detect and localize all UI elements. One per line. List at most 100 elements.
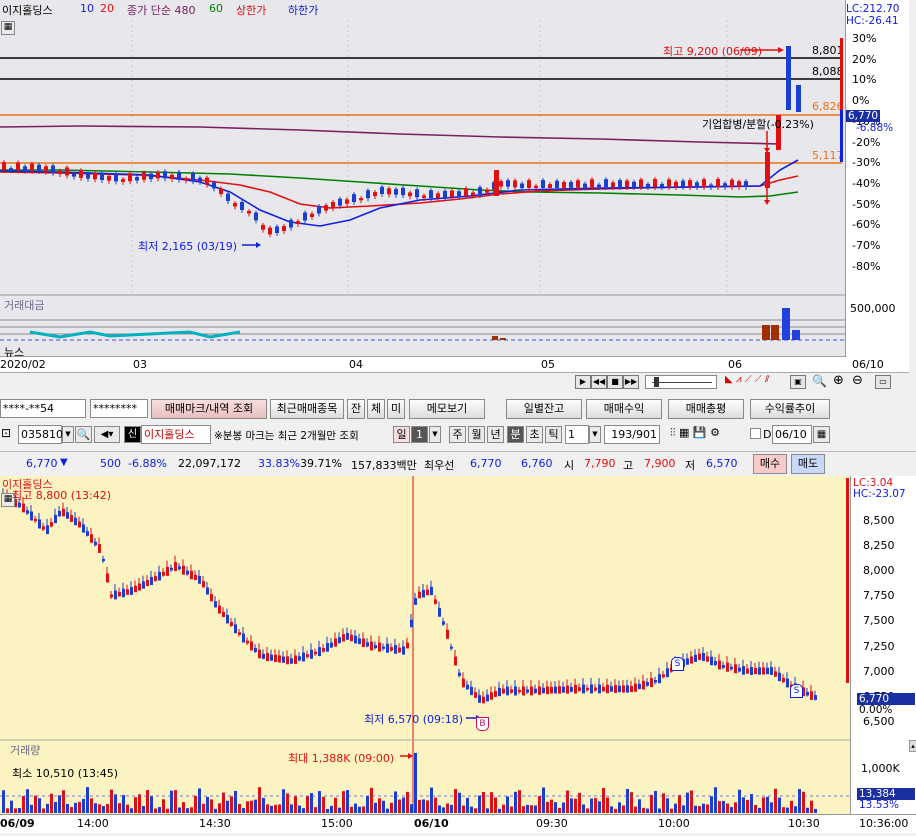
candle [37,164,41,171]
minute-candle [314,651,317,655]
minute-volume-bar [702,803,705,813]
code-dropdown-icon[interactable]: ▼ [62,426,74,443]
minute-volume-bar [642,807,645,813]
zoom-in-icon[interactable]: ⊕ [833,373,844,388]
search-icon[interactable]: 🔍 [75,426,92,443]
minute-candle [302,652,305,662]
candle [660,183,664,187]
minute-volume-bar [566,790,569,813]
recent-trades-button[interactable]: 최근매매종목 [270,399,344,419]
rewind-icon[interactable]: ◀◀ [591,375,607,389]
minute-candle [646,681,649,686]
minute-candle [338,637,341,644]
sell-button[interactable]: 매도 [791,454,825,474]
period-dropdown-icon[interactable]: ▼ [429,426,441,443]
minute-volume-bar [738,789,741,813]
speaker-icon[interactable]: ◀▾ [94,426,120,443]
count-field[interactable]: 193/901 [604,425,660,444]
balance-button[interactable]: 잔 [347,399,365,419]
axis-price-label: 8,000 [863,564,895,578]
period-year-button[interactable]: 년 [487,426,504,443]
date-checkbox[interactable] [750,428,761,439]
drawing-tools-icons[interactable]: ◣ ⩘ ⟋ ⟋ ⫽ [725,374,769,385]
minute-volume-bar [810,800,813,813]
bid1: 6,770 [470,457,502,470]
scroll-right-icon[interactable]: ▶ [575,375,591,389]
period-minute-button[interactable]: 분 [507,426,524,443]
minute-volume-bar [318,791,321,813]
minute-candle [514,686,517,696]
period-day-button[interactable]: 일 [393,426,410,443]
stop-icon[interactable]: ■ [607,375,623,389]
zoom-out-icon[interactable]: ⊖ [852,373,863,388]
trade-profit-button[interactable]: 매매수익 [586,399,662,419]
account-number-field[interactable]: ****-**54 [0,399,86,418]
candle [450,190,454,197]
minute-volume-bar [326,808,329,813]
grid-icon[interactable]: ▦ [1,21,15,35]
period-week-button[interactable]: 주 [449,426,466,443]
buy-marker[interactable]: B [476,717,489,731]
candle [796,85,801,112]
snapshot-icon[interactable]: ▣ [790,375,806,389]
password-field[interactable]: ******** [90,399,148,418]
stock-code-field[interactable]: 035810 [18,425,63,444]
fast-forward-icon[interactable]: ▶▶ [623,375,639,389]
buy-button[interactable]: 매수 [753,454,787,474]
daily-balance-button[interactable]: 일별잔고 [506,399,582,419]
interval-dropdown-icon[interactable]: ▼ [589,426,601,443]
maximize-icon[interactable]: ▭ [875,375,891,389]
collapse-icon[interactable]: ▴ [909,740,916,752]
minute-volume-bar [622,805,625,813]
minute-candle [294,655,297,664]
calendar-icon[interactable]: ▦ [813,426,830,443]
minute-volume-bar [330,805,333,813]
period-month-button[interactable]: 월 [468,426,485,443]
minute-volume-bar [770,802,773,813]
zoom-slider[interactable] [645,375,717,389]
return-trend-button[interactable]: 수익률추이 [750,399,830,419]
chart-type-icons[interactable]: ⫶⫶ ▦ 💾 ⚙ [670,426,720,440]
minute-volume-bar [2,790,5,813]
candle [408,192,412,197]
low-price-label: 최저 2,165 (03/19) [138,240,238,253]
minute-volume-bar [758,807,761,813]
trade-marks-button[interactable]: 매매마크/내역 조회 [151,399,267,419]
date-field[interactable]: 06/10 [772,425,812,444]
minute-candle [130,587,133,595]
minute-chart-panel[interactable]: ▦ 이지홀딩스 최고 8,800 (13:42) 최저 6,570 (09:18… [0,476,850,833]
trade-summary-button[interactable]: 매매총평 [668,399,744,419]
minute-volume-bar [498,808,501,813]
minute-volume-bar [242,808,245,813]
minute-candle [322,647,325,652]
candle [282,226,286,231]
minute-volume-bar [154,808,157,813]
minute-candle [86,531,89,536]
candle [51,165,55,173]
toggle-panel-icon[interactable]: ⊡ [1,426,11,440]
filled-button[interactable]: 체 [367,399,385,419]
unfilled-button[interactable]: 미 [387,399,405,419]
interval-field[interactable]: 1 [565,425,589,444]
minute-volume-bar [730,807,733,813]
minute-volume-bar [674,803,677,813]
sell-marker[interactable]: S [790,684,803,698]
minute-volume-bar [254,799,257,813]
minute-candle [234,624,237,634]
minute-volume-bar [506,796,509,813]
minute-candle [714,661,717,665]
minute-volume-bar [422,799,425,813]
memo-button[interactable]: 메모보기 [409,399,485,419]
period-num[interactable]: 1 [411,426,428,443]
daily-chart-panel[interactable]: 이지홀딩스 10 20 종가 단순 480 60 상한가 하한가 ▦ 최고 9,… [0,0,845,359]
minute-candle [250,641,253,651]
minute-volume-bar [198,788,201,813]
minute-volume-bar [262,797,265,813]
search-icon[interactable]: 🔍 [812,374,827,388]
period-tick-button[interactable]: 틱 [545,426,562,443]
sell-marker[interactable]: S [671,657,684,671]
chart-toolbar: ⊡ 035810 ▼ 🔍 ◀▾ 신 이지홀딩스 ※분봉 마크는 최근 2개월만 … [0,423,916,447]
minute-volume-bar [586,808,589,813]
axis-price-label: 7,750 [863,589,895,603]
period-second-button[interactable]: 초 [526,426,543,443]
